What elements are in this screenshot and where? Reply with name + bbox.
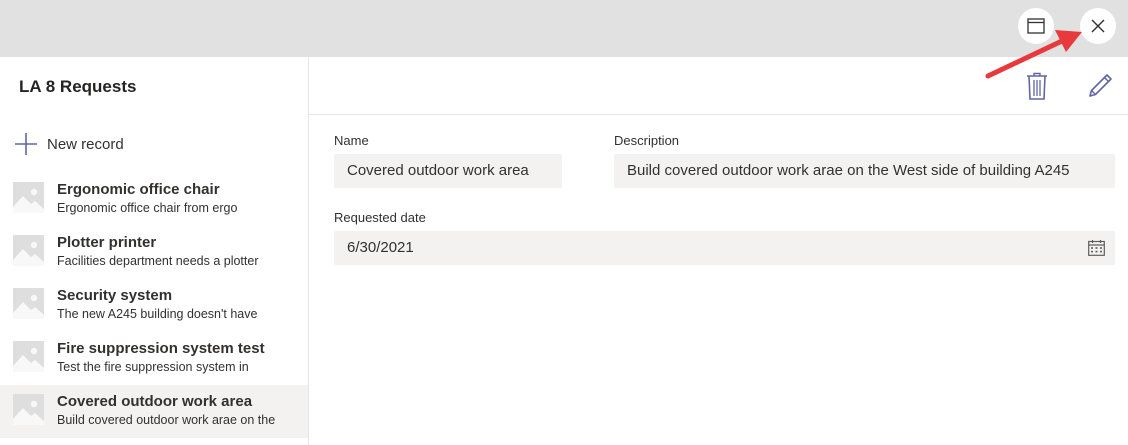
- calendar-icon[interactable]: [1088, 240, 1105, 256]
- trash-icon: [1027, 72, 1047, 100]
- close-icon: [1091, 19, 1105, 33]
- list-item[interactable]: Plotter printer Facilities department ne…: [0, 226, 308, 279]
- delete-button[interactable]: [1022, 70, 1052, 102]
- record-subtitle: Facilities department needs a plotter: [57, 254, 259, 268]
- record-subtitle: The new A245 building doesn't have: [57, 307, 258, 321]
- app-title: LA 8 Requests: [19, 77, 137, 96]
- image-placeholder-icon: [13, 394, 44, 425]
- description-label: Description: [614, 133, 680, 148]
- requested-date-value: 6/30/2021: [347, 239, 414, 256]
- detail-toolbar: [309, 57, 1128, 115]
- record-subtitle: Test the fire suppression system in: [57, 360, 249, 374]
- list-item[interactable]: Ergonomic office chair Ergonomic office …: [0, 173, 308, 226]
- plus-icon: [15, 133, 37, 155]
- image-placeholder-icon: [13, 182, 44, 213]
- list-item-selected[interactable]: Covered outdoor work area Build covered …: [0, 385, 308, 438]
- name-label: Name: [334, 133, 369, 148]
- records-panel: LA 8 Requests New record Ergonomic offic…: [0, 57, 309, 445]
- record-title: Covered outdoor work area: [57, 393, 253, 410]
- record-title: Fire suppression system test: [57, 340, 265, 357]
- record-subtitle: Ergonomic office chair from ergo: [57, 201, 238, 215]
- record-title: Ergonomic office chair: [57, 181, 220, 198]
- popout-window-button[interactable]: [1018, 8, 1054, 44]
- list-item[interactable]: Security system The new A245 building do…: [0, 279, 308, 332]
- pencil-icon: [1089, 74, 1112, 97]
- name-field[interactable]: Covered outdoor work area: [334, 154, 562, 188]
- image-placeholder-icon: [13, 288, 44, 319]
- dialog-top-bar: [0, 0, 1128, 57]
- new-record-label: New record: [47, 135, 124, 153]
- record-title: Plotter printer: [57, 234, 157, 251]
- image-placeholder-icon: [13, 235, 44, 266]
- description-field[interactable]: Build covered outdoor work arae on the W…: [614, 154, 1115, 188]
- records-list: Ergonomic office chair Ergonomic office …: [0, 173, 308, 438]
- record-title: Security system: [57, 287, 173, 304]
- record-subtitle: Build covered outdoor work arae on the: [57, 413, 276, 427]
- window-icon: [1027, 18, 1045, 34]
- image-placeholder-icon: [13, 341, 44, 372]
- new-record-button[interactable]: New record: [14, 133, 124, 155]
- edit-button[interactable]: [1085, 70, 1115, 102]
- close-button[interactable]: [1080, 8, 1116, 44]
- requested-date-field[interactable]: 6/30/2021: [334, 231, 1115, 265]
- list-item[interactable]: Fire suppression system test Test the fi…: [0, 332, 308, 385]
- requested-date-label: Requested date: [334, 210, 426, 225]
